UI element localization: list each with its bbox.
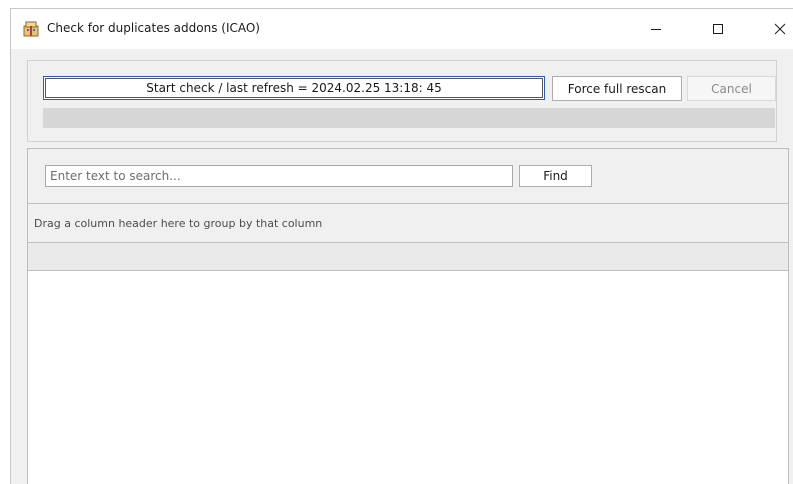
maximize-button[interactable] (695, 9, 741, 49)
window-title: Check for duplicates addons (ICAO) (47, 21, 260, 35)
close-button[interactable] (757, 9, 793, 49)
force-full-rescan-button[interactable]: Force full rescan (552, 76, 682, 101)
scan-progress-bar (43, 108, 775, 128)
maximize-icon (712, 23, 724, 35)
find-panel: Find (28, 149, 788, 204)
minimize-icon (650, 23, 662, 35)
find-button[interactable]: Find (519, 165, 592, 187)
results-grid: Find Drag a column header here to group … (27, 148, 789, 484)
column-header-row[interactable] (28, 243, 788, 271)
group-by-panel[interactable]: Drag a column header here to group by th… (28, 204, 788, 243)
minimize-button[interactable] (633, 9, 679, 49)
app-window: Check for duplicates addons (ICAO) Start… (10, 8, 793, 484)
start-check-button[interactable]: Start check / last refresh = 2024.02.25 … (43, 76, 545, 100)
addon-package-icon (23, 21, 39, 37)
cancel-button[interactable]: Cancel (687, 76, 776, 101)
close-icon (774, 23, 786, 35)
search-input[interactable] (45, 165, 513, 187)
scan-control-group: Start check / last refresh = 2024.02.25 … (27, 60, 777, 142)
grid-body[interactable] (28, 271, 788, 484)
title-bar[interactable]: Check for duplicates addons (ICAO) (11, 9, 793, 49)
group-by-hint: Drag a column header here to group by th… (34, 217, 323, 230)
